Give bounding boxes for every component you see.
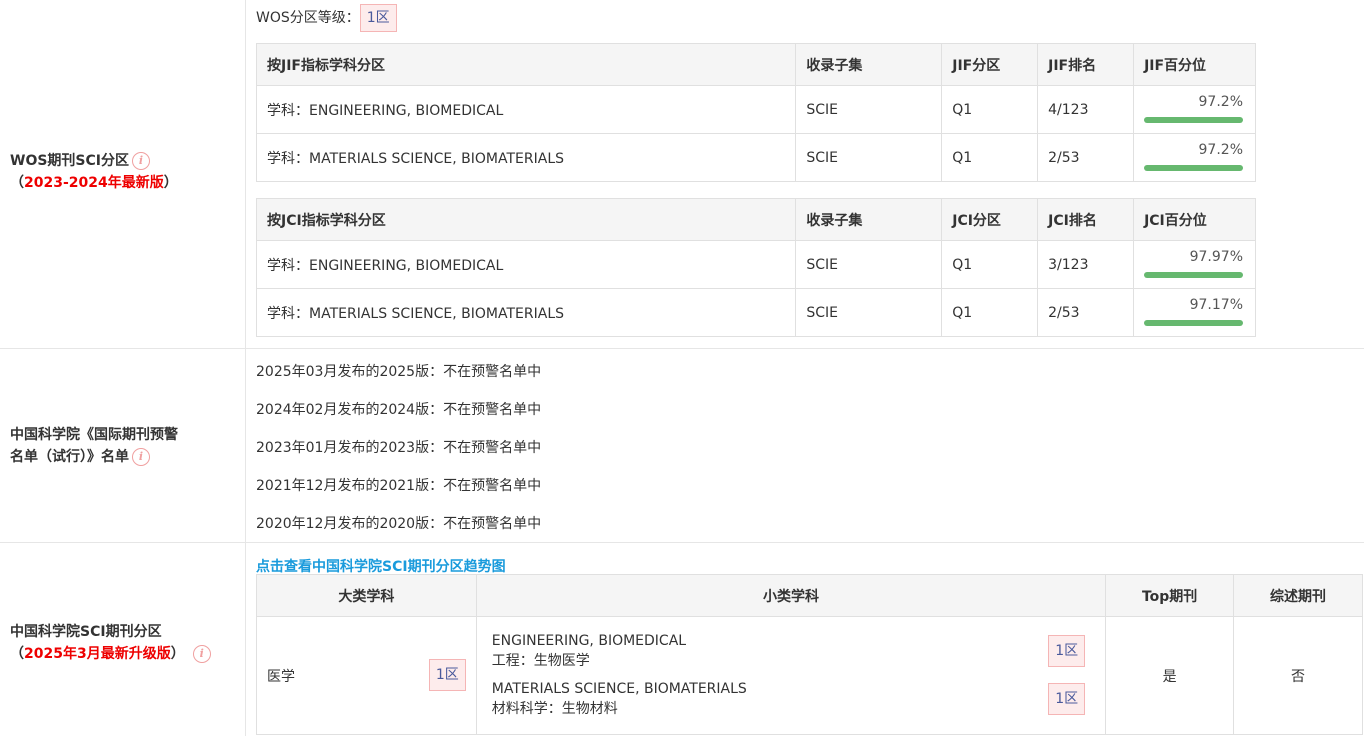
wos-grade-label: WOS分区等级： [256,10,360,26]
cas-trend-link[interactable]: 点击查看中国科学院SCI期刊分区趋势图 [256,556,506,576]
cas-label-cell: 中国科学院SCI期刊分区 （2025年3月最新升级版） i [0,543,246,736]
jif-subject: 学科：ENGINEERING, BIOMEDICAL [255,85,797,134]
jci-rank: 3/123 [1037,240,1135,289]
cas-table: 大类学科 小类学科 Top期刊 综述期刊 医学 1区 ENGINEERING, … [256,574,1363,735]
jif-rank: 2/53 [1037,133,1135,182]
cas-edition: 2025年3月最新升级版 [24,646,171,662]
cas-review-value: 否 [1233,616,1363,735]
jci-rank: 2/53 [1037,288,1135,337]
jci-header-quartile: JCI分区 [941,198,1039,241]
jif-percentile-bar [1144,117,1243,123]
jci-header-subset: 收录子集 [795,198,943,241]
jif-header-row: 按JIF指标学科分区 收录子集 JIF分区 JIF排名 JIF百分位 [255,43,1256,86]
cas-label-paren-close: ） [170,646,185,662]
jif-subset: SCIE [795,85,943,134]
cas-header-row: 大类学科 小类学科 Top期刊 综述期刊 [256,574,1363,617]
jci-percentile-cell: 97.97% [1133,240,1256,289]
cas-major-cell: 医学 1区 [256,616,477,735]
table-row: 学科：MATERIALS SCIENCE, BIOMATERIALS SCIE … [255,133,1256,182]
jif-table: 按JIF指标学科分区 收录子集 JIF分区 JIF排名 JIF百分位 学科：EN… [255,43,1256,182]
jif-percentile-cell: 97.2% [1133,133,1256,182]
wos-section: WOS期刊SCI分区 i （2023-2024年最新版） WOS分区等级： 1区 按… [0,0,1364,349]
jif-header-rank: JIF排名 [1037,43,1135,86]
jif-header-percentile: JIF百分位 [1133,43,1256,86]
jci-header-percentile: JCI百分位 [1133,198,1256,241]
jci-subset: SCIE [795,240,943,289]
jci-percentile-value: 97.17% [1189,297,1243,313]
cas-minor-en: MATERIALS SCIENCE, BIOMATERIALS [491,681,747,697]
table-row: 学科：ENGINEERING, BIOMEDICAL SCIE Q1 4/123… [255,85,1256,134]
jci-quartile: Q1 [941,240,1039,289]
cas-label-paren-open: （ [10,646,24,662]
warning-label-line2: 名单（试行）》名单 [10,449,129,465]
jci-quartile: Q1 [941,288,1039,337]
warning-item: 2020年12月发布的2020版：不在预警名单中 [256,516,542,532]
jci-header-row: 按JCI指标学科分区 收录子集 JCI分区 JCI排名 JCI百分位 [255,198,1256,241]
cas-top-value: 是 [1105,616,1235,735]
wos-label-cell: WOS期刊SCI分区 i （2023-2024年最新版） [0,0,246,348]
cas-minor-item: MATERIALS SCIENCE, BIOMATERIALS 材料科学：生物材… [492,679,747,719]
cas-minor-item: ENGINEERING, BIOMEDICAL 工程：生物医学 [492,631,686,671]
jif-quartile: Q1 [941,85,1039,134]
table-row: 医学 1区 ENGINEERING, BIOMEDICAL 工程：生物医学 1区… [256,616,1363,735]
wos-grade: WOS分区等级： 1区 [256,4,397,32]
wos-edition: 2023-2024年最新版 [24,175,164,191]
jif-percentile-value: 97.2% [1198,94,1243,110]
jif-header-subject: 按JIF指标学科分区 [255,43,797,86]
cas-header-major: 大类学科 [256,574,477,617]
jci-table: 按JCI指标学科分区 收录子集 JCI分区 JCI排名 JCI百分位 学科：EN… [255,198,1256,337]
warning-item: 2025年03月发布的2025版：不在预警名单中 [256,364,542,380]
jci-subject: 学科：MATERIALS SCIENCE, BIOMATERIALS [255,288,797,337]
jci-header-rank: JCI排名 [1037,198,1135,241]
jci-percentile-bar [1144,272,1243,278]
jci-percentile-value: 97.97% [1189,249,1243,265]
info-icon[interactable]: i [132,152,150,170]
jif-header-quartile: JIF分区 [941,43,1039,86]
cas-header-minor: 小类学科 [475,574,1107,617]
warning-item: 2023年01月发布的2023版：不在预警名单中 [256,440,542,456]
cas-minor-zone-badge: 1区 [1048,635,1086,667]
jci-header-subject: 按JCI指标学科分区 [255,198,797,241]
cas-major-name: 医学 [267,668,295,685]
table-row: 学科：MATERIALS SCIENCE, BIOMATERIALS SCIE … [255,288,1256,337]
jci-subset: SCIE [795,288,943,337]
warning-item: 2024年02月发布的2024版：不在预警名单中 [256,402,542,418]
jci-percentile-cell: 97.17% [1133,288,1256,337]
warning-item: 2021年12月发布的2021版：不在预警名单中 [256,478,542,494]
info-icon[interactable]: i [192,645,211,663]
warning-label-cell: 中国科学院《国际期刊预警 名单（试行）》名单 i [0,349,246,542]
wos-label-text: WOS期刊SCI分区 [10,153,129,169]
cas-minor-cn: 工程：生物医学 [491,653,590,669]
jci-subject: 学科：ENGINEERING, BIOMEDICAL [255,240,797,289]
wos-grade-badge: 1区 [359,4,397,32]
jci-percentile-bar [1144,320,1243,326]
info-icon[interactable]: i [132,448,150,466]
jif-subject: 学科：MATERIALS SCIENCE, BIOMATERIALS [255,133,797,182]
jif-header-subset: 收录子集 [795,43,943,86]
wos-label-paren-open: （ [10,175,24,191]
wos-label-paren-close: ） [163,175,178,191]
table-row: 学科：ENGINEERING, BIOMEDICAL SCIE Q1 3/123… [255,240,1256,289]
cas-minor-cell: ENGINEERING, BIOMEDICAL 工程：生物医学 1区 MATER… [475,616,1107,735]
cas-header-top: Top期刊 [1105,574,1235,617]
cas-header-review: 综述期刊 [1233,574,1363,617]
cas-major-zone-badge: 1区 [428,659,466,691]
cas-minor-en: ENGINEERING, BIOMEDICAL [491,633,687,649]
wos-label: WOS期刊SCI分区 i （2023-2024年最新版） [10,150,178,194]
jif-rank: 4/123 [1037,85,1135,134]
cas-minor-zone-badge: 1区 [1048,683,1086,715]
cas-label: 中国科学院SCI期刊分区 （2025年3月最新升级版） i [10,621,211,665]
warning-section: 中国科学院《国际期刊预警 名单（试行）》名单 i 2025年03月发布的2025版… [0,349,1364,543]
warning-label: 中国科学院《国际期刊预警 名单（试行）》名单 i [10,424,178,468]
warning-label-line1: 中国科学院《国际期刊预警 [10,427,178,443]
jif-quartile: Q1 [941,133,1039,182]
cas-minor-cn: 材料科学：生物材料 [491,701,618,717]
jif-percentile-cell: 97.2% [1133,85,1256,134]
cas-label-text: 中国科学院SCI期刊分区 [10,624,162,640]
jif-percentile-bar [1144,165,1243,171]
jif-subset: SCIE [795,133,943,182]
jif-percentile-value: 97.2% [1198,142,1243,158]
